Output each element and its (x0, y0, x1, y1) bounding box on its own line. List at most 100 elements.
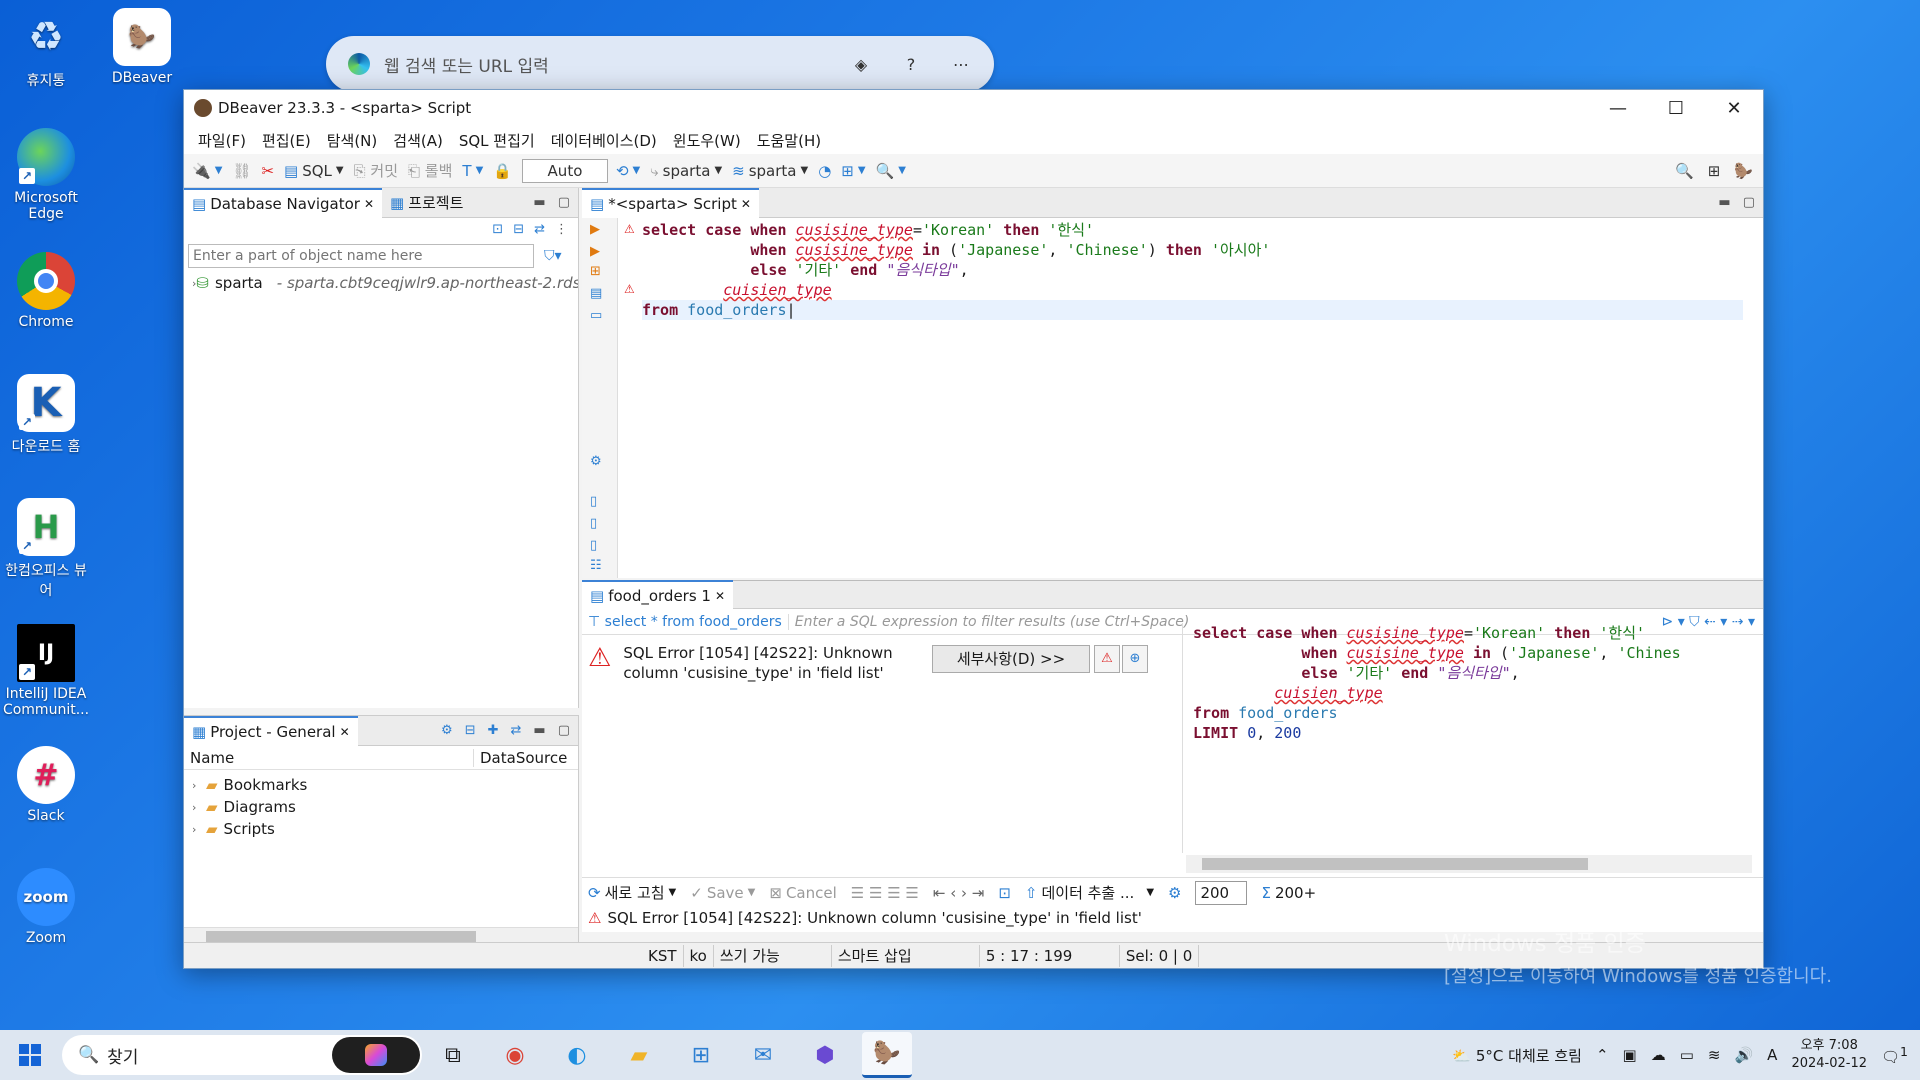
battery-icon[interactable]: ▭ (1680, 1046, 1694, 1064)
filter-icon[interactable]: ⛉▾ (544, 248, 562, 264)
close-tab-icon[interactable]: ✕ (364, 197, 374, 211)
perspective-icon[interactable]: ⊞ (1708, 162, 1721, 180)
fetch-all-icon[interactable]: ⊡ (998, 884, 1011, 902)
store-icon[interactable]: ⊞ (676, 1032, 726, 1078)
outline-icon[interactable]: ☷ (590, 558, 602, 573)
slack-desktop-icon[interactable]: # Slack (0, 746, 92, 824)
menu-window[interactable]: 윈도우(W) (665, 130, 749, 151)
notification-button[interactable]: 🗨1 (1881, 1044, 1908, 1066)
link-editor-icon[interactable]: ⇄ (534, 222, 545, 238)
tab-project[interactable]: ▦ 프로젝트 (382, 188, 471, 218)
mail-icon[interactable]: ✉ (738, 1032, 788, 1078)
settings-gear-icon[interactable]: ⚙ (590, 454, 602, 469)
minimize-icon[interactable]: — (1589, 90, 1647, 126)
menu-navigate[interactable]: 탐색(N) (319, 130, 386, 151)
maximize-icon[interactable]: ☐ (1647, 90, 1705, 126)
export-button[interactable]: ⇧ 데이터 추출 ... ▼ (1025, 882, 1154, 903)
menu-database[interactable]: 데이터베이스(D) (543, 130, 665, 151)
disconnect-icon[interactable]: ✂ (261, 162, 274, 180)
tab-sparta-script[interactable]: ▤ *<sparta> Script ✕ (582, 187, 759, 218)
schema-selector[interactable]: ≋ sparta ▼ (732, 162, 808, 180)
tab-project-general[interactable]: ▦ Project - General ✕ (184, 715, 358, 746)
zoom-desktop-icon[interactable]: zoom Zoom (0, 868, 92, 946)
result-limit-input[interactable]: 200 (1195, 880, 1248, 905)
query-horizontal-scrollbar[interactable] (1186, 855, 1752, 873)
expand-arrow-icon[interactable]: › (192, 779, 206, 792)
minimize-editor-icon[interactable]: ▬ (1718, 195, 1730, 210)
wifi-icon[interactable]: ≋ (1708, 1046, 1721, 1064)
task-view-icon[interactable]: ⧉ (428, 1032, 478, 1078)
weather-widget[interactable]: ⛅ 5°C 대체로 흐림 (1452, 1045, 1582, 1066)
menu-edit[interactable]: 편집(E) (254, 130, 319, 151)
dbeaver-desktop-icon[interactable]: 🦫 DBeaver (96, 8, 188, 86)
hancom-viewer-desktop-icon[interactable]: H ↗ 한컴오피스 뷰어 (0, 498, 92, 600)
query-label[interactable]: ⊤ select * from food_orders (582, 614, 788, 630)
download-home-desktop-icon[interactable]: K ↗ 다운로드 홈 (0, 374, 92, 456)
link-icon[interactable]: ⇄ (511, 723, 522, 738)
history-icon[interactable]: ⟲ ▼ (616, 162, 640, 180)
limit-settings-icon[interactable]: ⚙ (1168, 884, 1181, 902)
file-explorer-icon[interactable]: ▰ (614, 1032, 664, 1078)
copilot-button[interactable] (332, 1037, 420, 1073)
menu-search[interactable]: 검색(A) (385, 130, 451, 151)
edge-desktop-icon[interactable]: ↗ Microsoft Edge (0, 128, 92, 222)
project-item-diagrams[interactable]: › ▰ Diagrams (184, 796, 578, 818)
dashboard-icon[interactable]: ◔ (818, 162, 831, 180)
expand-arrow-icon[interactable]: › (192, 823, 206, 836)
settings-icon[interactable]: ⚙ (441, 723, 453, 738)
rollback-button[interactable]: ⎗ 롤백 (408, 160, 452, 181)
explain-plan-icon[interactable]: ▤ (590, 286, 602, 301)
taskbar-dbeaver-icon[interactable]: 🦫 (862, 1032, 912, 1078)
column-name[interactable]: Name (184, 748, 474, 767)
cancel-button[interactable]: ⊠ Cancel (769, 884, 836, 902)
input-method-icon[interactable]: A (1767, 1046, 1777, 1064)
help-icon[interactable]: ? (900, 53, 922, 75)
new-folder-icon[interactable]: ⊡ (492, 222, 503, 238)
row-count-button[interactable]: Σ 200+ (1261, 884, 1316, 902)
volume-icon[interactable]: 🔊 (1734, 1046, 1753, 1064)
view-menu-icon[interactable]: ⋮ (555, 222, 568, 238)
close-tab-icon[interactable]: ✕ (715, 589, 725, 603)
expand-icon[interactable]: ✚ (488, 723, 499, 738)
edge-search-bar[interactable]: 웹 검색 또는 URL 입력 ◈ ? ⋯ (326, 36, 994, 92)
project-item-scripts[interactable]: › ▰ Scripts (184, 818, 578, 840)
project-item-bookmarks[interactable]: › ▰ Bookmarks (184, 774, 578, 796)
details-button[interactable]: 세부사항(D) >> (932, 645, 1090, 673)
expand-arrow-icon[interactable]: › (192, 801, 206, 814)
recycle-bin-desktop-icon[interactable]: ♻ 휴지통 (0, 8, 92, 90)
app-shield-icon[interactable]: ⬢ (800, 1032, 850, 1078)
tray-device-icon[interactable]: ▣ (1623, 1046, 1637, 1064)
new-script-icon[interactable]: ▯ (590, 494, 597, 509)
diagnose-icon[interactable]: ⊕ (1122, 645, 1148, 673)
execute-statement-icon[interactable]: ▶ (590, 222, 600, 237)
connect-icon[interactable]: ⛓ (232, 162, 251, 180)
copilot-icon[interactable]: ◈ (850, 53, 872, 75)
save-script-icon[interactable]: ▯ (590, 538, 597, 553)
commit-button[interactable]: ⎘ 커밋 (354, 160, 398, 181)
sql-button[interactable]: ▤ SQL ▼ (284, 162, 344, 180)
maximize-panel-icon[interactable]: ▢ (558, 195, 570, 210)
row-edit-icons[interactable]: ☰ ☰ ☰ ☰ (851, 884, 919, 902)
onedrive-icon[interactable]: ☁ (1651, 1046, 1666, 1064)
tray-chevron-up-icon[interactable]: ⌃ (1596, 1046, 1609, 1064)
intellij-desktop-icon[interactable]: IJ ↗ IntelliJ IDEA Communit... (0, 624, 92, 718)
menu-help[interactable]: 도움말(H) (749, 130, 829, 151)
dbeaver-perspective-icon[interactable]: 🦫 (1734, 162, 1753, 180)
transaction-mode-icon[interactable]: T ▼ (462, 162, 483, 180)
erd-icon[interactable]: ⊞ ▼ (841, 162, 865, 180)
open-console-icon[interactable]: ▭ (590, 308, 602, 323)
maximize-panel-icon[interactable]: ▢ (558, 723, 570, 738)
tree-item-sparta[interactable]: › ⛁ sparta - sparta.cbt9ceqjwlr9.ap-nort… (184, 272, 578, 294)
execute-new-tab-icon[interactable]: ⊞ (590, 264, 601, 279)
chrome-desktop-icon[interactable]: Chrome (0, 252, 92, 330)
refresh-button[interactable]: ⟳ 새로 고침 ▼ (588, 882, 676, 903)
more-icon[interactable]: ⋯ (950, 53, 972, 75)
clock[interactable]: 오후 7:08 2024-02-12 (1791, 1037, 1867, 1073)
search-toolbar-icon[interactable]: 🔍 ▼ (876, 162, 906, 180)
tab-food-orders-1[interactable]: ▤ food_orders 1 ✕ (582, 579, 734, 610)
start-button[interactable] (0, 1030, 60, 1080)
auto-commit-mode[interactable]: Auto (521, 158, 608, 183)
close-icon[interactable]: ✕ (1705, 90, 1763, 126)
object-filter-input[interactable] (188, 244, 534, 268)
maximize-editor-icon[interactable]: ▢ (1743, 195, 1755, 210)
